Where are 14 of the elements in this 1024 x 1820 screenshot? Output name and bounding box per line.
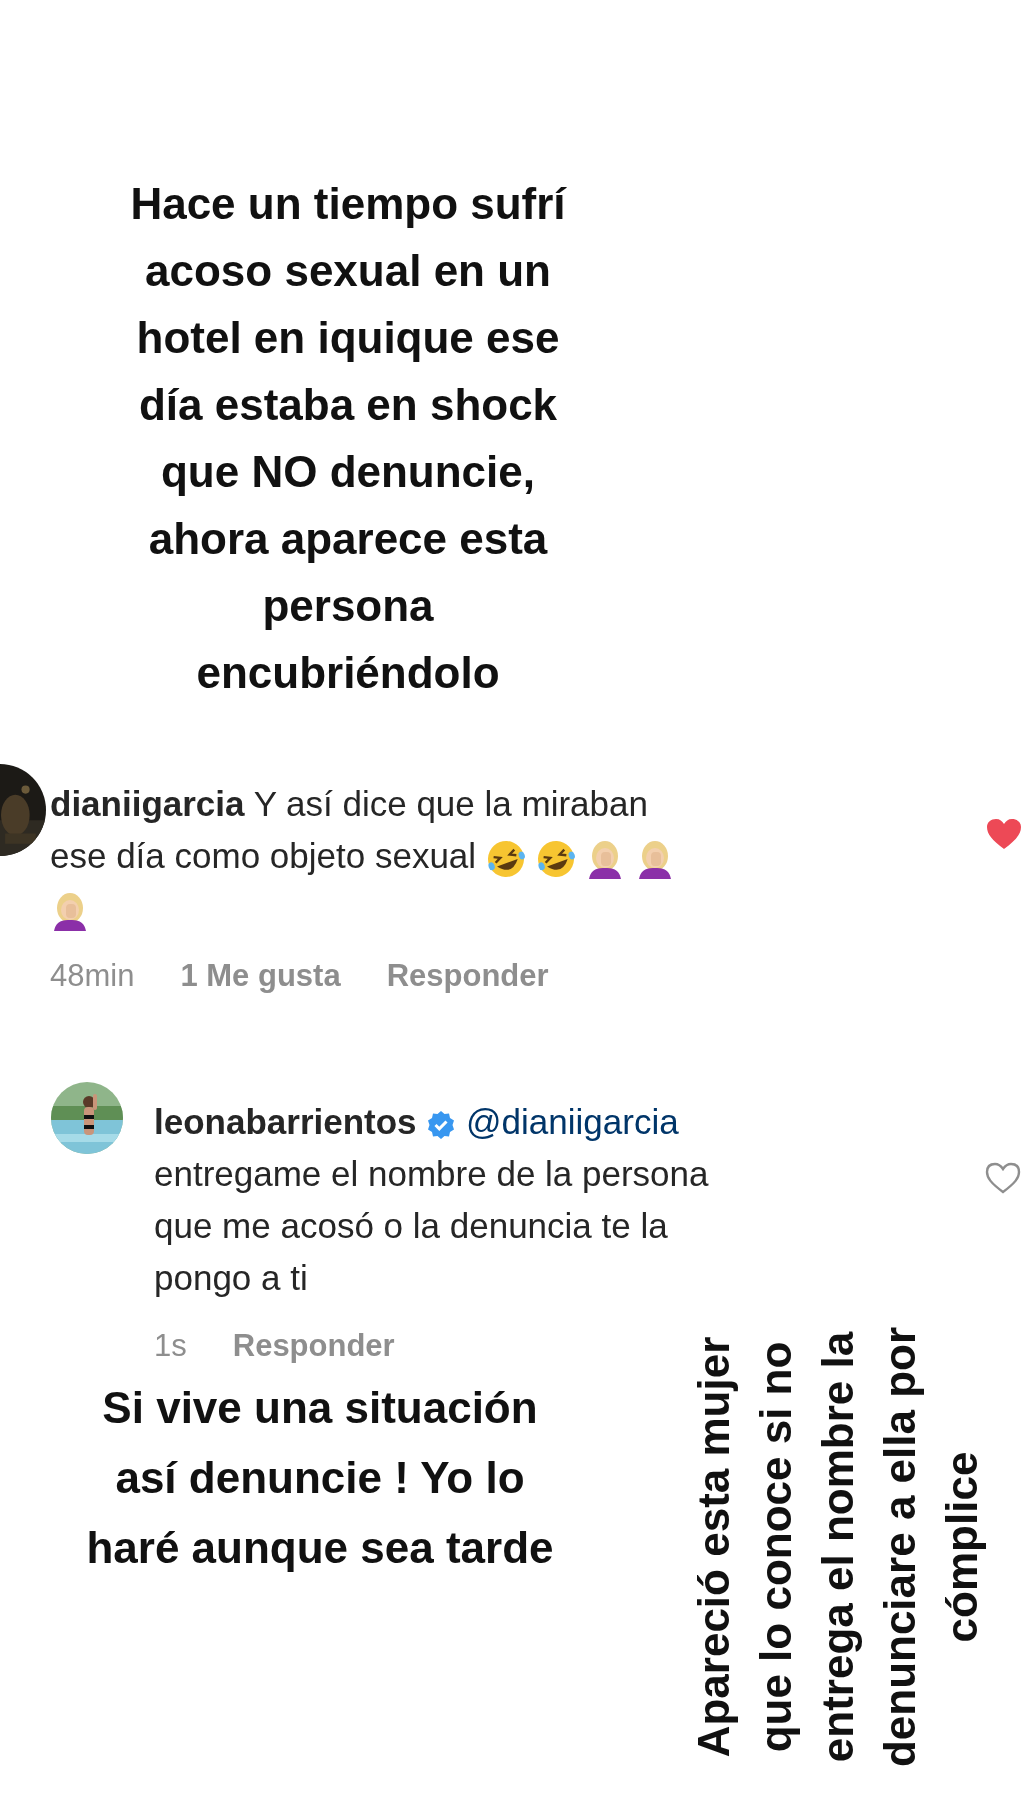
- heart-icon[interactable]: [985, 1162, 1021, 1194]
- story-caption: Hace un tiempo sufrí acoso sexual en un hotel en iquique ese día estaba en shock que NO denuncie, ahora aparece esta persona encubriéndolo: [129, 178, 568, 699]
- mention-link[interactable]: @dianiigarcia: [466, 1102, 679, 1141]
- story-caption: Apareció esta mujer que lo conoce si no entrega el nombre la denunciare a ella por cómplice: [688, 1325, 987, 1770]
- comment-time: 1s: [154, 1327, 187, 1365]
- laughing-emoji-icon: [535, 838, 576, 879]
- comment-text: leonabarrientos @dianiigarcia entregame el nombre de la persona que me acosó o la denuncia te la pongo a ti: [154, 1101, 710, 1299]
- comment-time: 48min: [50, 957, 135, 995]
- story-caption: Si vive una situación así denuncie ! Yo lo haré aunque sea tarde: [85, 1382, 555, 1574]
- heart-icon[interactable]: [986, 818, 1022, 850]
- username-link[interactable]: leonabarrientos: [154, 1102, 417, 1141]
- comment-text: dianiigarcia Y así dice que la miraban ese día como objeto sexual: [50, 778, 690, 934]
- username-link[interactable]: dianiigarcia: [50, 784, 245, 823]
- laughing-emoji-icon: [485, 838, 526, 879]
